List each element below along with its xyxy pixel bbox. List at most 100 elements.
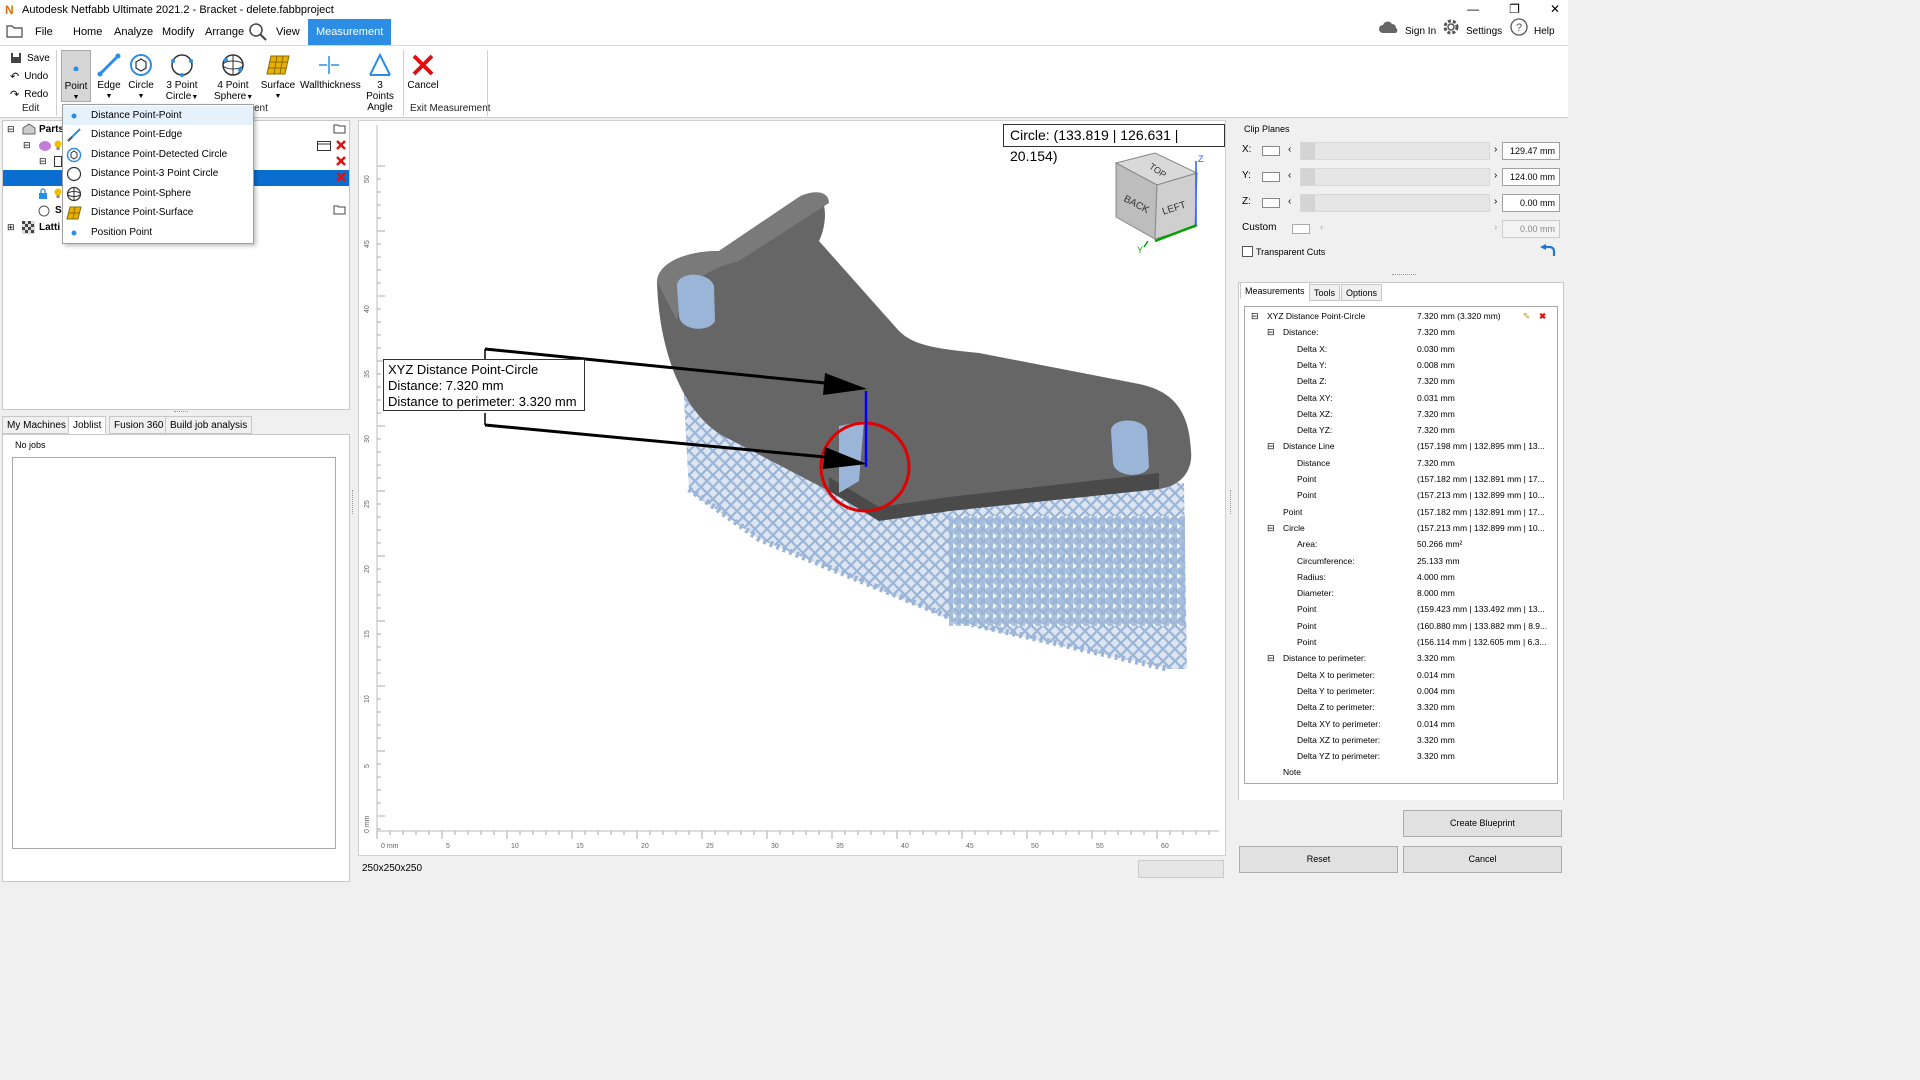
measurement-row[interactable]: Note [1245, 764, 1557, 780]
menu-measurement[interactable]: Measurement [308, 19, 392, 45]
measurement-row[interactable]: ⊟ XYZ Distance Point-Circle 7.320 mm (3.32… [1245, 308, 1557, 324]
menu-modify[interactable]: Modify [158, 19, 198, 45]
measurement-row[interactable]: Delta X: 0.030 mm [1245, 341, 1557, 357]
menu-item-distance-point-sphere[interactable]: Distance Point-Sphere [63, 184, 253, 203]
clip-z-slider[interactable] [1300, 194, 1490, 212]
chevron-right-icon[interactable]: › [1494, 170, 1497, 181]
measurement-row[interactable]: Delta XY: 0.031 mm [1245, 390, 1557, 406]
edge-tool-button[interactable]: Edge ▼ [94, 50, 124, 102]
chevron-right-icon[interactable]: › [1494, 144, 1497, 155]
measurement-row[interactable]: Circumference: 25.133 mm [1245, 553, 1557, 569]
measurement-row[interactable]: Point (157.182 mm | 132.891 mm | 17... [1245, 471, 1557, 487]
tab-my-machines[interactable]: My Machines [2, 416, 71, 434]
settings-button[interactable]: Settings [1441, 19, 1502, 45]
measurement-row[interactable]: Point (159.423 mm | 133.492 mm | 13... [1245, 601, 1557, 617]
reset-view-icon[interactable] [1538, 244, 1558, 263]
save-button[interactable]: Save [10, 51, 50, 65]
edit-icon[interactable]: ✎ [1523, 308, 1530, 324]
collapse-icon[interactable]: ⊟ [1251, 308, 1259, 324]
measurement-row[interactable]: Delta YZ to perimeter: 3.320 mm [1245, 748, 1557, 764]
three-point-circle-tool-button[interactable]: 3 Point Circle▼ [164, 50, 200, 102]
circle-tool-button[interactable]: Circle ▼ [126, 50, 156, 102]
measurement-row[interactable]: Delta X to perimeter: 0.014 mm [1245, 667, 1557, 683]
clip-custom-toggle[interactable] [1292, 224, 1310, 234]
measurement-row[interactable]: Delta Y: 0.008 mm [1245, 357, 1557, 373]
menu-item-distance-point-edge[interactable]: Distance Point-Edge [63, 125, 253, 144]
tab-tools[interactable]: Tools [1309, 284, 1341, 301]
measurement-row[interactable]: Radius: 4.000 mm [1245, 569, 1557, 585]
expand-icon[interactable]: ⊞ [7, 222, 15, 233]
collapse-icon[interactable]: ⊟ [1267, 324, 1275, 340]
splitter-handle[interactable] [1392, 274, 1416, 276]
measurement-row[interactable]: ⊟ Distance: 7.320 mm [1245, 324, 1557, 340]
menu-file[interactable]: File [31, 19, 57, 45]
cancel-button[interactable]: Cancel [1403, 846, 1562, 873]
measurement-row[interactable]: ⊟ Distance Line (157.198 mm | 132.895 mm |… [1245, 438, 1557, 454]
3d-viewport[interactable]: 50 45 40 35 30 25 20 15 10 5 0 mm 0 mm 5 10 15 20 25 30 3… [358, 120, 1226, 856]
collapse-icon[interactable]: ⊟ [39, 156, 47, 167]
measurement-row[interactable]: Point (157.182 mm | 132.891 mm | 17... [1245, 504, 1557, 520]
splitter-handle[interactable] [174, 411, 188, 413]
collapse-icon[interactable]: ⊟ [1267, 650, 1275, 666]
splitter-handle[interactable] [352, 490, 354, 514]
measurement-row[interactable]: Delta XY to perimeter: 0.014 mm [1245, 716, 1557, 732]
splitter-handle[interactable] [1230, 490, 1232, 514]
measurement-row[interactable]: Delta YZ: 7.320 mm [1245, 422, 1557, 438]
tab-measurements[interactable]: Measurements [1240, 282, 1310, 299]
folder-icon[interactable] [333, 123, 346, 137]
clip-y-slider[interactable] [1300, 168, 1490, 186]
tab-joblist[interactable]: Joblist [68, 416, 107, 434]
measurement-row[interactable]: Diameter: 8.000 mm [1245, 585, 1557, 601]
clip-y-input[interactable]: 124.00 mm [1502, 168, 1560, 186]
collapse-icon[interactable]: ⊟ [1267, 520, 1275, 536]
menu-item-distance-point-surface[interactable]: Distance Point-Surface [63, 203, 253, 222]
menu-home[interactable]: Home [69, 19, 106, 45]
chevron-left-icon[interactable]: ‹ [1288, 144, 1291, 155]
three-points-angle-tool-button[interactable]: 3 Points Angle [362, 50, 398, 113]
tab-fusion-360[interactable]: Fusion 360 [109, 416, 169, 434]
surface-tool-button[interactable]: Surface ▼ [260, 50, 296, 102]
create-blueprint-button[interactable]: Create Blueprint [1403, 810, 1562, 837]
measurement-row[interactable]: Distance 7.320 mm [1245, 455, 1557, 471]
menu-view[interactable]: View [272, 19, 304, 45]
measurement-row[interactable]: Delta XZ: 7.320 mm [1245, 406, 1557, 422]
folder-icon[interactable] [333, 204, 346, 218]
search-icon[interactable] [248, 22, 268, 45]
help-button[interactable]: ? Help [1509, 17, 1555, 45]
window-icon[interactable] [317, 141, 331, 154]
chevron-left-icon[interactable]: ‹ [1288, 170, 1291, 181]
menu-arrange[interactable]: Arrange [201, 19, 248, 45]
sign-in-button[interactable]: Sign In [1378, 19, 1436, 45]
cancel-measurement-button[interactable]: Cancel [406, 50, 440, 102]
menu-item-distance-point-point[interactable]: Distance Point-Point [63, 106, 253, 125]
delete-icon[interactable]: ✖ [1539, 308, 1546, 324]
measurement-row[interactable]: Point (157.213 mm | 132.899 mm | 10... [1245, 487, 1557, 503]
point-tool-button[interactable]: Point ▼ [61, 50, 91, 102]
measurement-row[interactable]: ⊟ Distance to perimeter: 3.320 mm [1245, 650, 1557, 666]
measurement-row[interactable]: Delta Y to perimeter: 0.004 mm [1245, 683, 1557, 699]
measurement-row[interactable]: Area: 50.266 mm² [1245, 536, 1557, 552]
clip-x-toggle[interactable] [1262, 146, 1280, 156]
collapse-icon[interactable]: ⊟ [1267, 438, 1275, 454]
delete-icon[interactable] [335, 139, 347, 154]
clip-z-toggle[interactable] [1262, 198, 1280, 208]
redo-button[interactable]: ↷ Redo [10, 87, 48, 101]
minimize-icon[interactable]: — [1467, 0, 1479, 19]
menu-analyze[interactable]: Analyze [110, 19, 157, 45]
wallthickness-tool-button[interactable]: Wallthickness [300, 50, 361, 102]
menu-item-distance-point-3-point-circle[interactable]: Distance Point-3 Point Circle [63, 164, 253, 183]
undo-button[interactable]: ↶ Undo [10, 69, 48, 83]
viewport-canvas[interactable]: 50 45 40 35 30 25 20 15 10 5 0 mm 0 mm 5 10 15 20 25 30 3… [359, 121, 1226, 856]
delete-icon[interactable] [335, 155, 347, 170]
four-point-sphere-tool-button[interactable]: 4 Point Sphere▼ [214, 50, 253, 102]
delete-icon[interactable] [335, 171, 347, 186]
view-cube[interactable]: TOP BACK LEFT Z Y [1114, 152, 1204, 255]
close-icon[interactable]: ✕ [1550, 0, 1560, 19]
measurement-row[interactable]: Point (156.114 mm | 132.605 mm | 6.3... [1245, 634, 1557, 650]
clip-y-toggle[interactable] [1262, 172, 1280, 182]
chevron-right-icon[interactable]: › [1494, 196, 1497, 207]
clip-x-input[interactable]: 129.47 mm [1502, 142, 1560, 160]
menu-item-position-point[interactable]: Position Point [63, 223, 253, 242]
open-folder-icon[interactable] [6, 24, 24, 41]
measurement-row[interactable]: ⊟ Circle (157.213 mm | 132.899 mm | 10... [1245, 520, 1557, 536]
